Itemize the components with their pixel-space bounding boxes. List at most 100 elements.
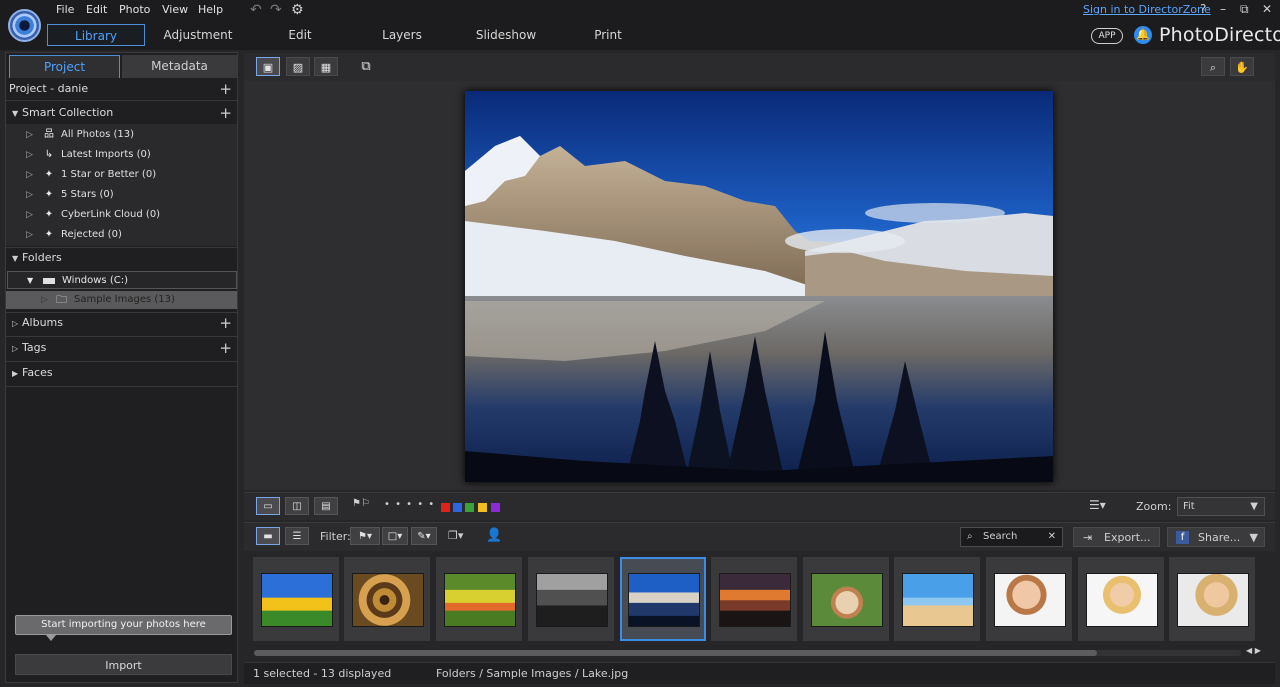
thumbnail-spiral[interactable] [344, 557, 430, 641]
view-options-bar: ▭ ◫ ▤ ⚑⚐ • • • • • ☰▾ Zoom: Fit ▼ [244, 492, 1275, 520]
multi-view-icon[interactable]: ▤ [314, 497, 338, 515]
zoom-select[interactable]: Fit ▼ [1177, 497, 1265, 516]
import-button[interactable]: Import [15, 654, 232, 675]
search-icon: ⌕ [967, 531, 973, 542]
app-logo-icon[interactable] [8, 9, 41, 42]
add-project-icon[interactable]: + [219, 79, 232, 99]
smart-collection-header[interactable]: ▼ Smart Collection + [6, 103, 237, 123]
thumbnail-beach[interactable] [894, 557, 980, 641]
single-view-icon[interactable]: ▭ [256, 497, 280, 515]
tags-header[interactable]: ▷ Tags + [6, 338, 237, 358]
flag-icon[interactable]: ⚑⚐ [352, 498, 370, 509]
close-icon[interactable]: ✕ [1262, 2, 1272, 16]
second-display-icon[interactable]: ⧉ [354, 57, 378, 76]
minimize-icon[interactable]: – [1220, 2, 1226, 16]
star-rating[interactable]: • • • • • [384, 499, 435, 510]
export-button[interactable]: ⇥ Export... [1073, 527, 1160, 547]
top-bar: File Edit Photo View Help ↶ ↷ ⚙ Library … [0, 0, 1280, 50]
add-smart-collection-icon[interactable]: + [219, 103, 232, 123]
filmstrip-scrollbar[interactable] [254, 650, 1097, 656]
redo-icon[interactable]: ↷ [270, 2, 282, 18]
color-label-yellow[interactable] [478, 503, 487, 512]
zoom-magnifier-icon[interactable]: ⌕ [1201, 57, 1225, 76]
tab-library[interactable]: Library [47, 24, 145, 46]
folders-header[interactable]: ▼ Folders [6, 248, 237, 268]
filmstrip-view-icon[interactable]: ▬ [256, 527, 280, 545]
thumbnail-woman-smiling[interactable] [986, 557, 1072, 641]
settings-gear-icon[interactable]: ⚙ [291, 2, 304, 18]
divider [6, 100, 237, 101]
sc-rejected[interactable]: ▷ ✦ Rejected (0) [6, 225, 237, 245]
tab-metadata[interactable]: Metadata [122, 55, 237, 78]
browser-view-icon[interactable]: ▣ [256, 57, 280, 76]
folder-drive-row[interactable]: ▼ Windows (C:) [7, 271, 237, 289]
compare-view-icon[interactable]: ◫ [285, 497, 309, 515]
tab-layers[interactable]: Layers [372, 24, 432, 46]
thumbnail-lake[interactable] [620, 557, 706, 641]
notification-bell-icon[interactable]: 🔔 [1134, 26, 1152, 44]
smart-star-icon: ✦ [44, 169, 54, 180]
sc-five-stars[interactable]: ▷ ✦ 5 Stars (0) [6, 185, 237, 205]
people-tag-icon[interactable]: 👤 [486, 528, 502, 543]
zoom-value: Fit [1183, 501, 1195, 512]
menu-file[interactable]: File [56, 3, 74, 16]
tab-slideshow[interactable]: Slideshow [472, 24, 540, 46]
thumbnail-woman-portrait[interactable] [1169, 557, 1255, 641]
color-label-purple[interactable] [491, 503, 500, 512]
grid-view-icon[interactable]: ▦ [314, 57, 338, 76]
lake-photo[interactable] [465, 91, 1053, 482]
stack-icon[interactable]: ❐▾ [448, 529, 463, 542]
thumbnail-flowers-bike[interactable] [436, 557, 522, 641]
tags-label: Tags [22, 341, 47, 354]
project-row[interactable]: Project - danie + [6, 79, 237, 99]
sc-one-star[interactable]: ▷ ✦ 1 Star or Better (0) [6, 165, 237, 185]
chevron-down-icon: ▼ [1249, 531, 1258, 544]
sort-options-icon[interactable]: ☰▾ [1089, 498, 1106, 512]
sc-all-photos[interactable]: ▷ 品 All Photos (13) [6, 125, 237, 145]
tab-print[interactable]: Print [584, 24, 632, 46]
folder-sample-images-row[interactable]: ▷ 🗀 Sample Images (13) [6, 291, 237, 309]
menu-photo[interactable]: Photo [119, 3, 150, 16]
hierarchy-icon: 品 [44, 129, 54, 140]
thumbnail-sunflower[interactable] [253, 557, 339, 641]
search-input[interactable]: ⌕ Search ✕ [960, 527, 1063, 547]
menu-view[interactable]: View [162, 3, 188, 16]
list-view-icon[interactable]: ☰ [285, 527, 309, 545]
sign-in-link[interactable]: Sign in to DirectorZone [1083, 3, 1211, 16]
color-label-green[interactable] [465, 503, 474, 512]
filter-label-dropdown[interactable]: □▾ [382, 527, 408, 545]
share-button[interactable]: f Share... ▼ [1167, 527, 1265, 547]
sc-cyberlink-cloud[interactable]: ▷ ✦ CyberLink Cloud (0) [6, 205, 237, 225]
thumbnail-cat[interactable] [803, 557, 889, 641]
viewer-mode-icon[interactable]: ▨ [286, 57, 310, 76]
help-button[interactable]: ? [1200, 2, 1206, 16]
app-badge[interactable]: APP [1091, 28, 1123, 44]
thumbnail-mountains-bw[interactable] [528, 557, 614, 641]
tab-edit[interactable]: Edit [270, 24, 330, 46]
undo-icon[interactable]: ↶ [250, 2, 262, 18]
menu-edit[interactable]: Edit [86, 3, 107, 16]
pan-hand-icon[interactable]: ✋ [1230, 57, 1254, 76]
tab-adjustment[interactable]: Adjustment [158, 24, 238, 46]
color-label-red[interactable] [441, 503, 450, 512]
tab-project[interactable]: Project [9, 55, 120, 78]
smart-star-icon: ✦ [44, 229, 54, 240]
sc-latest-imports[interactable]: ▷ ↳ Latest Imports (0) [6, 145, 237, 165]
albums-header[interactable]: ▷ Albums + [6, 313, 237, 333]
scroll-arrows-icon[interactable]: ◀ ▶ [1246, 646, 1261, 655]
color-label-blue[interactable] [453, 503, 462, 512]
add-tag-icon[interactable]: + [219, 338, 232, 358]
expand-down-icon: ▼ [12, 254, 19, 263]
divider [6, 361, 237, 362]
thumbnail-sunset[interactable] [711, 557, 797, 641]
add-album-icon[interactable]: + [219, 313, 232, 333]
clear-icon[interactable]: ✕ [1048, 528, 1056, 546]
collapse-right-icon: ▷ [12, 344, 19, 353]
restore-icon[interactable]: ⧉ [1240, 2, 1249, 17]
filter-flag-dropdown[interactable]: ⚑▾ [350, 527, 380, 545]
faces-header[interactable]: ▶ Faces [6, 363, 237, 383]
filter-edit-dropdown[interactable]: ✎▾ [411, 527, 437, 545]
menu-help[interactable]: Help [198, 3, 223, 16]
folder-label: Sample Images (13) [74, 294, 175, 305]
thumbnail-woman-blonde[interactable] [1078, 557, 1164, 641]
